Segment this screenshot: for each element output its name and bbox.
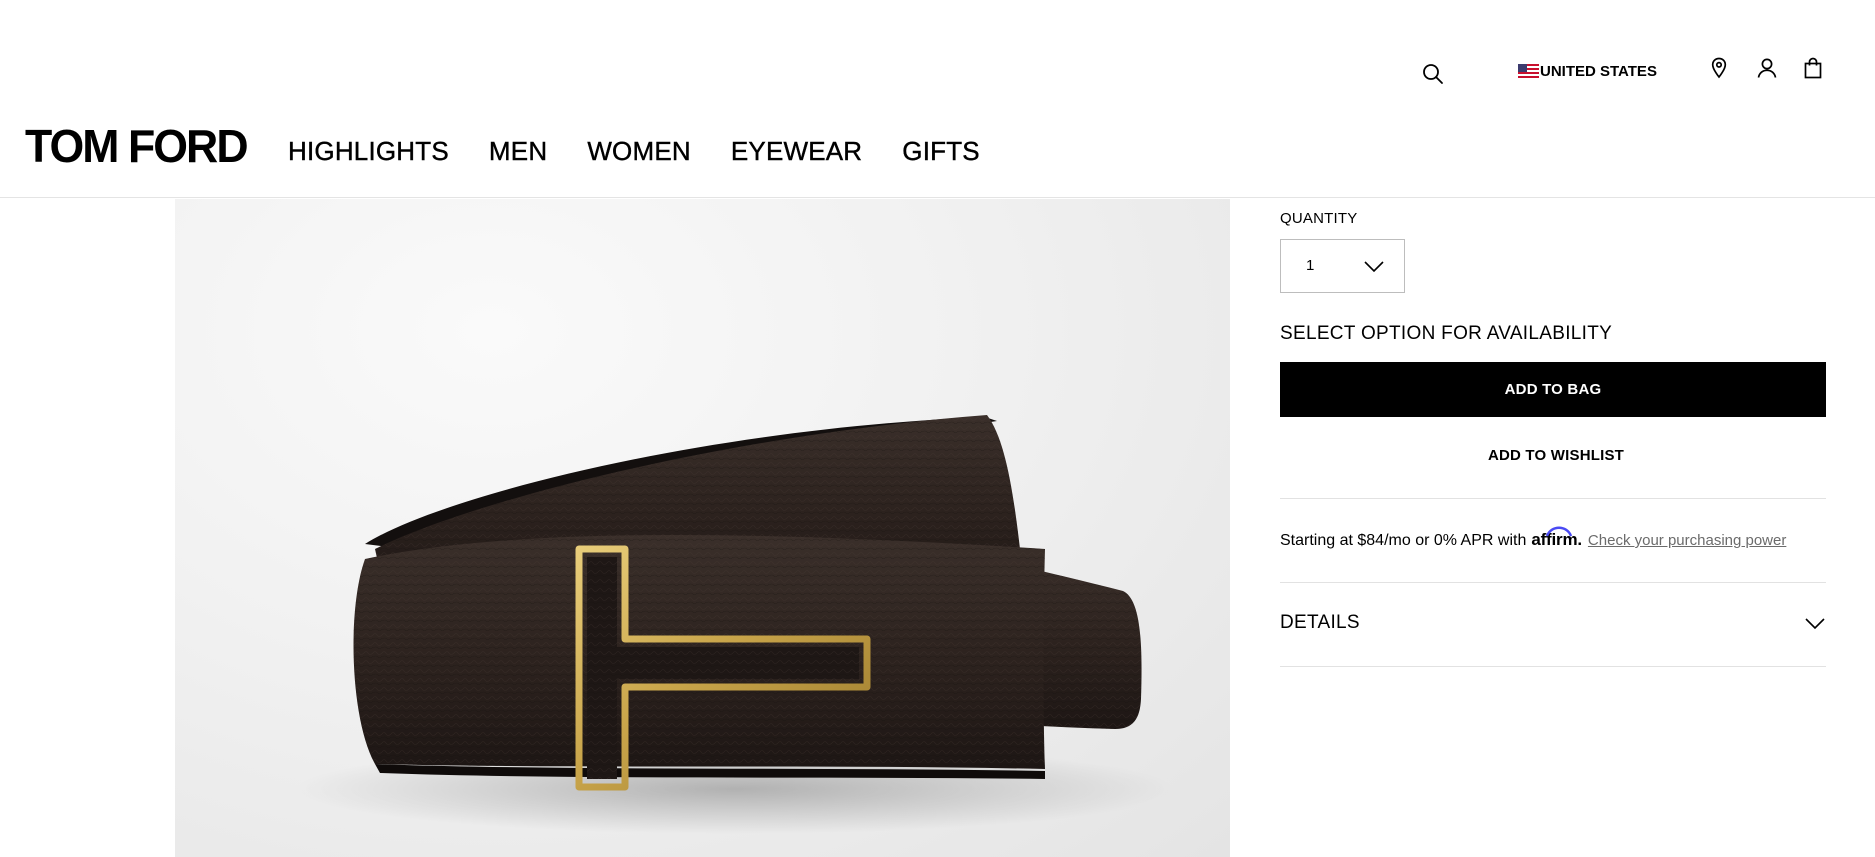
store-locator-icon[interactable] — [1707, 56, 1731, 80]
quantity-label: QUANTITY — [1280, 210, 1358, 227]
affirm-arc-icon — [1546, 526, 1573, 537]
utility-bar: UNITED STATES — [0, 56, 1875, 86]
main-nav: HIGHLIGHTS MEN WOMEN EYEWEAR GIFTS — [288, 134, 1020, 168]
chevron-down-icon — [1805, 618, 1825, 630]
quantity-value: 1 — [1306, 257, 1315, 274]
account-icon[interactable] — [1755, 56, 1779, 80]
nav-eyewear[interactable]: EYEWEAR — [731, 134, 863, 168]
divider — [1280, 666, 1826, 667]
belt-illustration — [295, 415, 1175, 834]
chevron-down-icon — [1364, 261, 1384, 273]
details-label: DETAILS — [1280, 612, 1360, 633]
search-icon[interactable] — [1421, 62, 1445, 86]
brand-logo[interactable]: TOM FORD — [25, 120, 249, 172]
nav-gifts[interactable]: GIFTS — [902, 134, 980, 168]
country-label: UNITED STATES — [1540, 62, 1657, 80]
us-flag-icon — [1518, 64, 1539, 78]
details-accordion[interactable]: DETAILS — [1280, 582, 1826, 666]
quantity-select[interactable]: 1 — [1280, 239, 1405, 293]
affirm-text: Starting at $84/mo or 0% APR with — [1280, 532, 1527, 549]
site-header: UNITED STATES TOM FORD HIGHLIGHTS MEN WO… — [0, 0, 1875, 198]
affirm-logo: affirm. — [1531, 526, 1582, 550]
affirm-purchasing-power-link[interactable]: Check your purchasing power — [1588, 532, 1786, 549]
add-to-bag-button[interactable]: ADD TO BAG — [1280, 362, 1826, 417]
country-selector[interactable]: UNITED STATES — [1518, 60, 1657, 82]
shopping-bag-icon[interactable] — [1801, 56, 1825, 80]
nav-women[interactable]: WOMEN — [587, 134, 691, 168]
add-to-wishlist-button[interactable]: ADD TO WISHLIST — [1280, 435, 1826, 475]
nav-highlights[interactable]: HIGHLIGHTS — [288, 134, 449, 168]
availability-label: SELECT OPTION FOR AVAILABILITY — [1280, 323, 1613, 344]
divider — [1280, 498, 1826, 499]
product-image[interactable] — [175, 199, 1230, 857]
affirm-financing: Starting at $84/mo or 0% APR with affirm… — [1280, 526, 1786, 550]
nav-men[interactable]: MEN — [489, 134, 548, 168]
